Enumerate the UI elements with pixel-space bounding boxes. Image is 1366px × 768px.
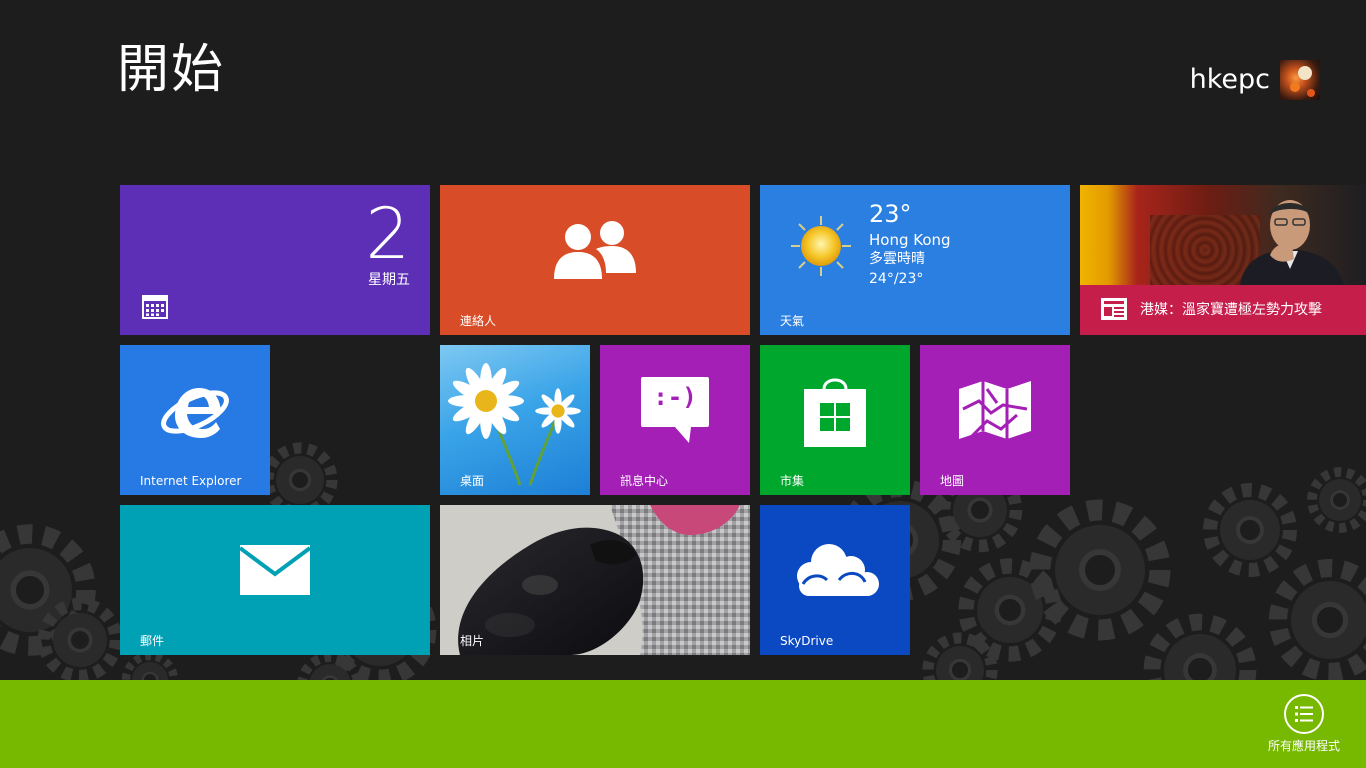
calendar-weekday: 星期五	[368, 272, 410, 288]
weather-condition: 多雲時晴	[869, 251, 925, 267]
tile-calendar[interactable]: 2 星期五	[120, 185, 430, 335]
newspaper-icon	[1100, 297, 1128, 325]
tile-desktop[interactable]: 桌面	[440, 345, 590, 495]
tile-label: SkyDrive	[780, 634, 834, 648]
news-bar: 港媒：溫家寶遭極左勢力攻擊	[1080, 285, 1366, 335]
tile-label: 地圖	[940, 474, 965, 488]
tile-news[interactable]: 港媒：溫家寶遭極左勢力攻擊	[1080, 185, 1366, 335]
tile-label: 郵件	[140, 634, 165, 648]
calendar-icon	[142, 295, 168, 323]
internet-explorer-icon	[120, 345, 270, 475]
chat-bubble-icon: :-)	[600, 345, 750, 475]
tile-maps[interactable]: 地圖	[920, 345, 1070, 495]
store-bag-icon	[760, 345, 910, 475]
cloud-icon	[760, 505, 910, 635]
start-screen: 開始 hkepc 2 星期五 連絡人 23° Hong Kong 多雲時晴 24…	[0, 0, 1366, 768]
map-icon	[920, 345, 1070, 475]
tile-contacts[interactable]: 連絡人	[440, 185, 750, 335]
tile-weather[interactable]: 23° Hong Kong 多雲時晴 24°/23° 天氣	[760, 185, 1070, 335]
emoticon-text: :-)	[653, 383, 697, 411]
tile-label: 相片	[460, 634, 485, 648]
tile-mail[interactable]: 郵件	[120, 505, 430, 655]
list-icon	[1284, 694, 1324, 734]
tile-label: 市集	[780, 474, 805, 488]
sun-icon	[790, 215, 852, 281]
tile-label: 桌面	[460, 474, 485, 488]
photo-preview	[440, 505, 750, 655]
tile-label: 連絡人	[460, 314, 497, 328]
all-apps-label: 所有應用程式	[1267, 739, 1340, 753]
avatar	[1280, 60, 1320, 100]
weather-city: Hong Kong	[869, 231, 951, 249]
user-account[interactable]: hkepc	[1190, 60, 1320, 100]
people-icon	[440, 185, 750, 315]
tile-label: 訊息中心	[620, 474, 669, 488]
weather-range: 24°/23°	[869, 271, 924, 287]
tile-internet-explorer[interactable]: Internet Explorer	[120, 345, 270, 495]
all-apps-button[interactable]: 所有應用程式	[1264, 694, 1344, 754]
tile-label: Internet Explorer	[140, 474, 242, 488]
calendar-day: 2	[365, 193, 410, 275]
envelope-icon	[120, 505, 430, 635]
user-name: hkepc	[1189, 64, 1270, 95]
tile-messaging[interactable]: :-) 訊息中心	[600, 345, 750, 495]
news-photo	[1080, 185, 1366, 285]
tile-label: 天氣	[780, 314, 805, 328]
tile-photos[interactable]: 相片	[440, 505, 750, 655]
app-bar	[0, 680, 1366, 768]
weather-temperature: 23°	[869, 200, 912, 228]
tile-skydrive[interactable]: SkyDrive	[760, 505, 910, 655]
tile-store[interactable]: 市集	[760, 345, 910, 495]
news-headline: 港媒：溫家寶遭極左勢力攻擊	[1140, 302, 1322, 318]
page-title: 開始	[117, 40, 226, 100]
